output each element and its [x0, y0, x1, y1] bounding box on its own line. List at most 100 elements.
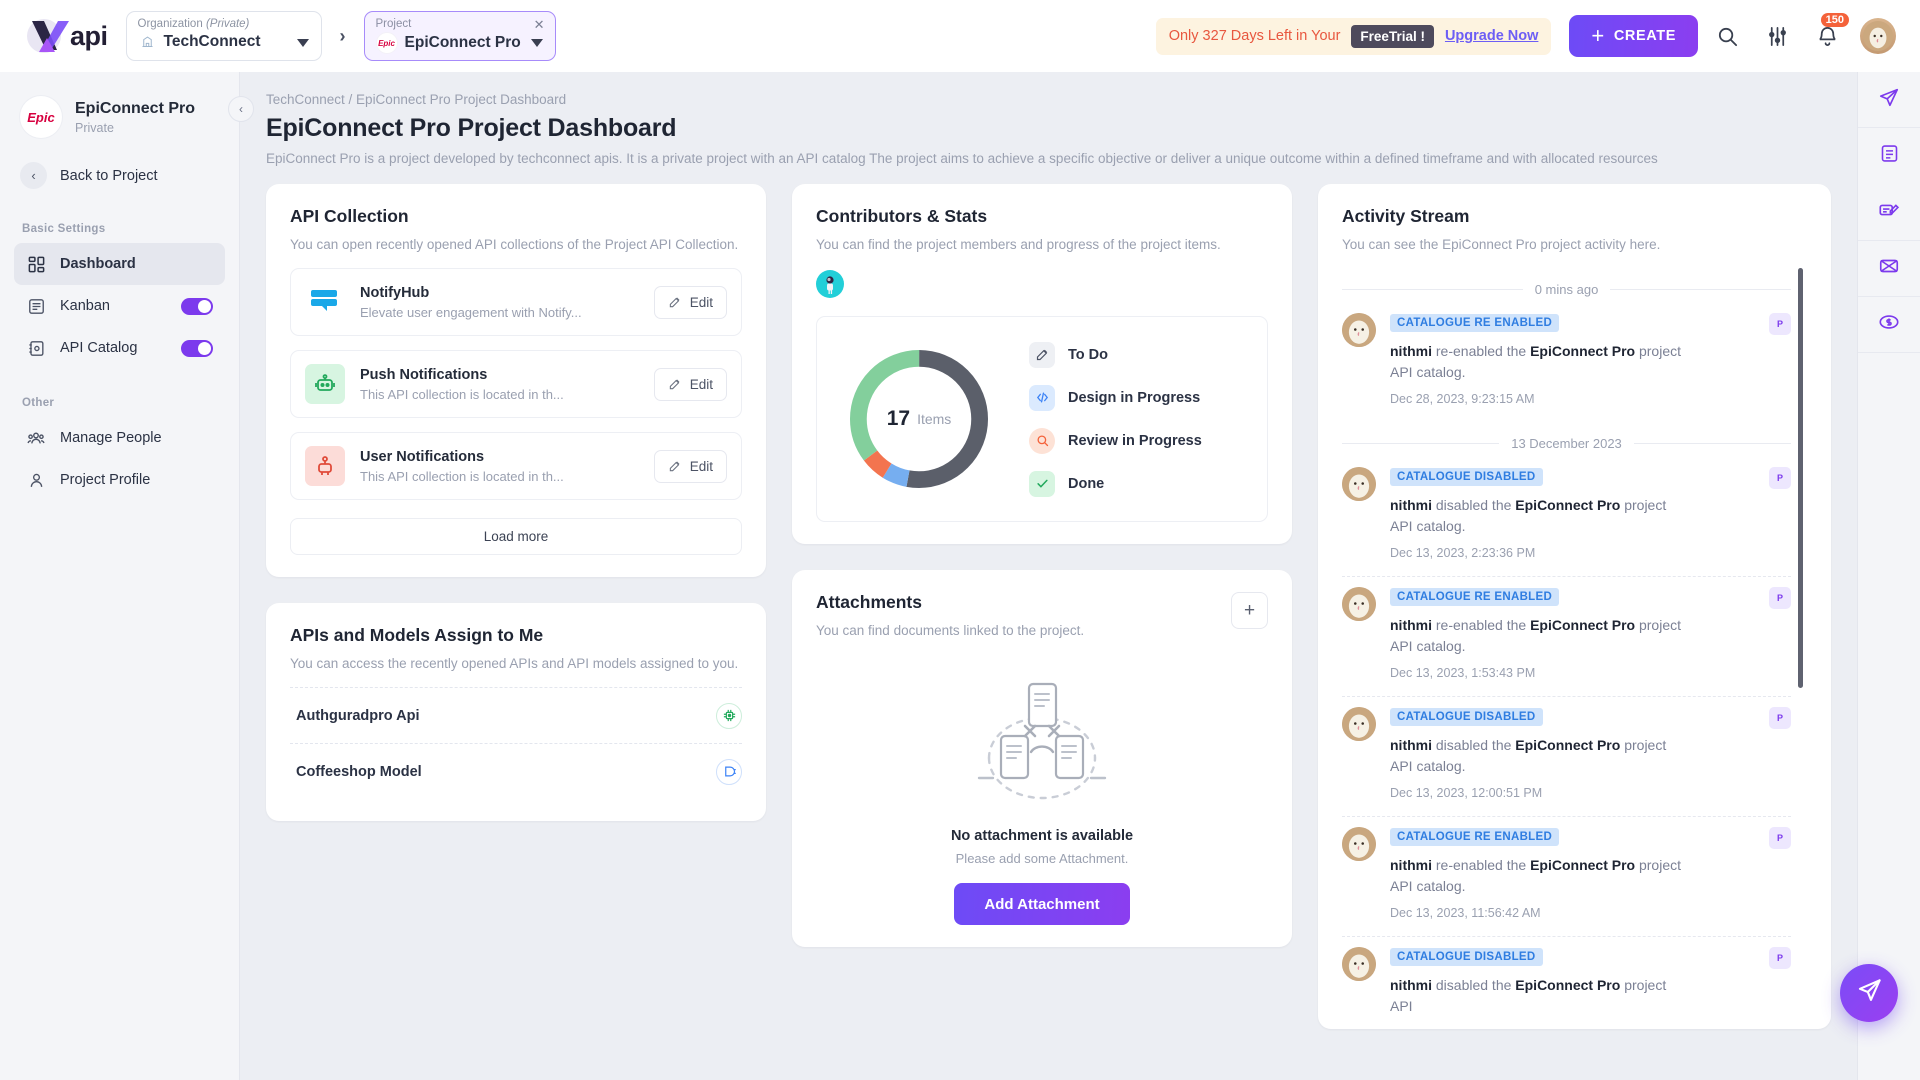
activity-entry[interactable]: CATALOGUE DISABLED nithmi disabled the E…: [1342, 457, 1791, 576]
sidebar-collapse-button[interactable]: ‹: [228, 96, 254, 122]
close-icon[interactable]: ✕: [534, 18, 545, 31]
chevron-down-icon[interactable]: [530, 39, 543, 47]
sidebar-item-label: API Catalog: [60, 340, 138, 356]
activity-actor: nithmi: [1390, 857, 1432, 873]
empty-documents-illustration-icon: [977, 682, 1107, 800]
upgrade-now-link[interactable]: Upgrade Now: [1445, 28, 1538, 44]
activity-text: nithmi disabled the EpiConnect Pro proje…: [1390, 735, 1690, 777]
user-avatar[interactable]: [1860, 18, 1896, 54]
activity-tag: CATALOGUE RE ENABLED: [1390, 588, 1560, 606]
app-logo[interactable]: api: [24, 16, 108, 56]
sidebar-item-kanban[interactable]: Kanban: [14, 285, 225, 327]
activity-stream-card: Activity Stream You can see the EpiConne…: [1318, 184, 1831, 1029]
kanban-toggle[interactable]: [181, 297, 213, 315]
sidebar-item-api-catalog[interactable]: API Catalog: [14, 327, 225, 369]
search-icon[interactable]: [1706, 15, 1748, 57]
activity-entry[interactable]: CATALOGUE RE ENABLED nithmi re-enabled t…: [1342, 816, 1791, 936]
legend-item-todo[interactable]: To Do: [1029, 341, 1202, 368]
assigned-apis-card: APIs and Models Assign to Me You can acc…: [266, 603, 766, 821]
activity-time: Dec 28, 2023, 9:23:15 AM: [1390, 392, 1535, 406]
activity-entry[interactable]: CATALOGUE DISABLED nithmi disabled the E…: [1342, 936, 1791, 1028]
filter-sliders-icon[interactable]: [1756, 15, 1798, 57]
legend-item-review-in-progress[interactable]: Review in Progress: [1029, 427, 1202, 454]
sidebar-item-label: Dashboard: [60, 256, 136, 272]
assigned-apis-subtitle: You can access the recently opened APIs …: [290, 656, 739, 671]
assigned-api-item[interactable]: Coffeeshop Model: [290, 743, 742, 799]
api-collection-item[interactable]: NotifyHub Elevate user engagement with N…: [290, 268, 742, 336]
activity-actor: nithmi: [1390, 343, 1432, 359]
trial-banner: Only 327 Days Left in Your FreeTrial ! U…: [1155, 17, 1552, 55]
back-to-project-label: Back to Project: [60, 167, 158, 184]
activity-action: re-enabled the: [1435, 343, 1527, 359]
activity-time: Dec 13, 2023, 1:53:43 PM: [1390, 666, 1536, 680]
rail-item-billing[interactable]: [1858, 297, 1920, 353]
api-collection-item[interactable]: User Notifications This API collection i…: [290, 432, 742, 500]
add-attachment-icon-button[interactable]: +: [1231, 592, 1268, 629]
chevron-down-icon[interactable]: [296, 39, 309, 47]
astronaut-avatar-icon: [818, 272, 842, 296]
load-more-button[interactable]: Load more: [290, 518, 742, 555]
sidebar-project-visibility: Private: [75, 120, 114, 135]
donut-graphic: 17 Items: [839, 339, 999, 499]
network-icon: [1878, 255, 1900, 282]
legend-item-design-in-progress[interactable]: Design in Progress: [1029, 384, 1202, 411]
back-to-project-button[interactable]: ‹ Back to Project: [14, 156, 225, 195]
legend-item-done[interactable]: Done: [1029, 470, 1202, 497]
api-collection-item[interactable]: Push Notifications This API collection i…: [290, 350, 742, 418]
activity-subtitle: You can see the EpiConnect Pro project a…: [1342, 237, 1661, 252]
assigned-api-item[interactable]: Authguradpro Api: [290, 687, 742, 743]
sidebar-item-manage-people[interactable]: Manage People: [14, 417, 225, 459]
legend-label: Done: [1068, 475, 1105, 492]
activity-scrollbar[interactable]: [1798, 268, 1803, 688]
breadcrumb-chevron-icon[interactable]: ›: [330, 21, 356, 51]
project-selector[interactable]: Project ✕ Epic EpiConnect Pro: [363, 11, 556, 61]
chat-stack-icon: [305, 282, 345, 322]
main-content: TechConnect / EpiConnect Pro Project Das…: [240, 72, 1857, 1080]
edit-button[interactable]: Edit: [653, 449, 727, 483]
activity-list[interactable]: 0 mins ago CATALOGUE RE ENABLED nithmi r…: [1342, 268, 1807, 1028]
dollar-icon: [1878, 311, 1900, 338]
api-collection-subtitle: You can open recently opened API collect…: [290, 237, 739, 252]
progress-donut-chart: 17 Items To Do Design in Progress Review…: [816, 316, 1268, 522]
edit-button-label: Edit: [689, 294, 713, 310]
sidebar-item-label: Project Profile: [60, 472, 151, 488]
activity-avatar: [1342, 313, 1376, 347]
assigned-apis-title: APIs and Models Assign to Me: [290, 625, 544, 645]
add-attachment-button[interactable]: Add Attachment: [954, 883, 1130, 925]
user-robot-icon: [305, 446, 345, 486]
organization-selector[interactable]: Organization (Private) TechConnect: [125, 11, 322, 61]
create-button[interactable]: + CREATE: [1569, 15, 1698, 57]
code-brackets-icon: [1029, 384, 1055, 411]
activity-entry[interactable]: CATALOGUE RE ENABLED nithmi re-enabled t…: [1342, 303, 1791, 422]
activity-entry[interactable]: CATALOGUE DISABLED nithmi disabled the E…: [1342, 696, 1791, 816]
edit-button[interactable]: Edit: [653, 285, 727, 319]
rail-item-network[interactable]: [1858, 241, 1920, 297]
sidebar-item-dashboard[interactable]: Dashboard: [14, 243, 225, 285]
activity-actor: nithmi: [1390, 617, 1432, 633]
breadcrumb[interactable]: TechConnect / EpiConnect Pro Project Das…: [266, 92, 1831, 107]
api-catalog-toggle[interactable]: [181, 339, 213, 357]
bell-icon[interactable]: 150: [1806, 13, 1849, 57]
sidebar-group-other: Other: [22, 397, 55, 409]
rail-item-sign-edit[interactable]: [1858, 184, 1920, 240]
rail-item-paper-plane[interactable]: [1858, 72, 1920, 128]
plus-icon: +: [1243, 599, 1256, 621]
activity-text: nithmi re-enabled the EpiConnect Pro pro…: [1390, 341, 1690, 383]
activity-time: Dec 13, 2023, 11:56:42 AM: [1390, 906, 1541, 920]
chip-icon: [716, 702, 742, 729]
rail-item-document[interactable]: [1858, 128, 1920, 184]
attachments-card: Attachments You can find documents linke…: [792, 570, 1292, 947]
contributor-avatar[interactable]: [816, 270, 844, 298]
activity-entry[interactable]: CATALOGUE RE ENABLED nithmi re-enabled t…: [1342, 576, 1791, 696]
person-icon: [26, 470, 46, 490]
activity-text: nithmi disabled the EpiConnect Pro proje…: [1390, 495, 1690, 537]
magnifier-icon: [1029, 427, 1055, 454]
edit-button[interactable]: Edit: [653, 367, 727, 401]
edit-square-icon: [669, 379, 680, 390]
activity-tag: CATALOGUE DISABLED: [1390, 948, 1543, 966]
activity-avatar: [1342, 587, 1376, 621]
sidebar-item-project-profile[interactable]: Project Profile: [14, 459, 225, 501]
floating-action-button[interactable]: [1840, 964, 1898, 1022]
activity-time: Dec 13, 2023, 12:00:51 PM: [1390, 786, 1543, 800]
project-catalog-icon: P: [1769, 947, 1791, 969]
